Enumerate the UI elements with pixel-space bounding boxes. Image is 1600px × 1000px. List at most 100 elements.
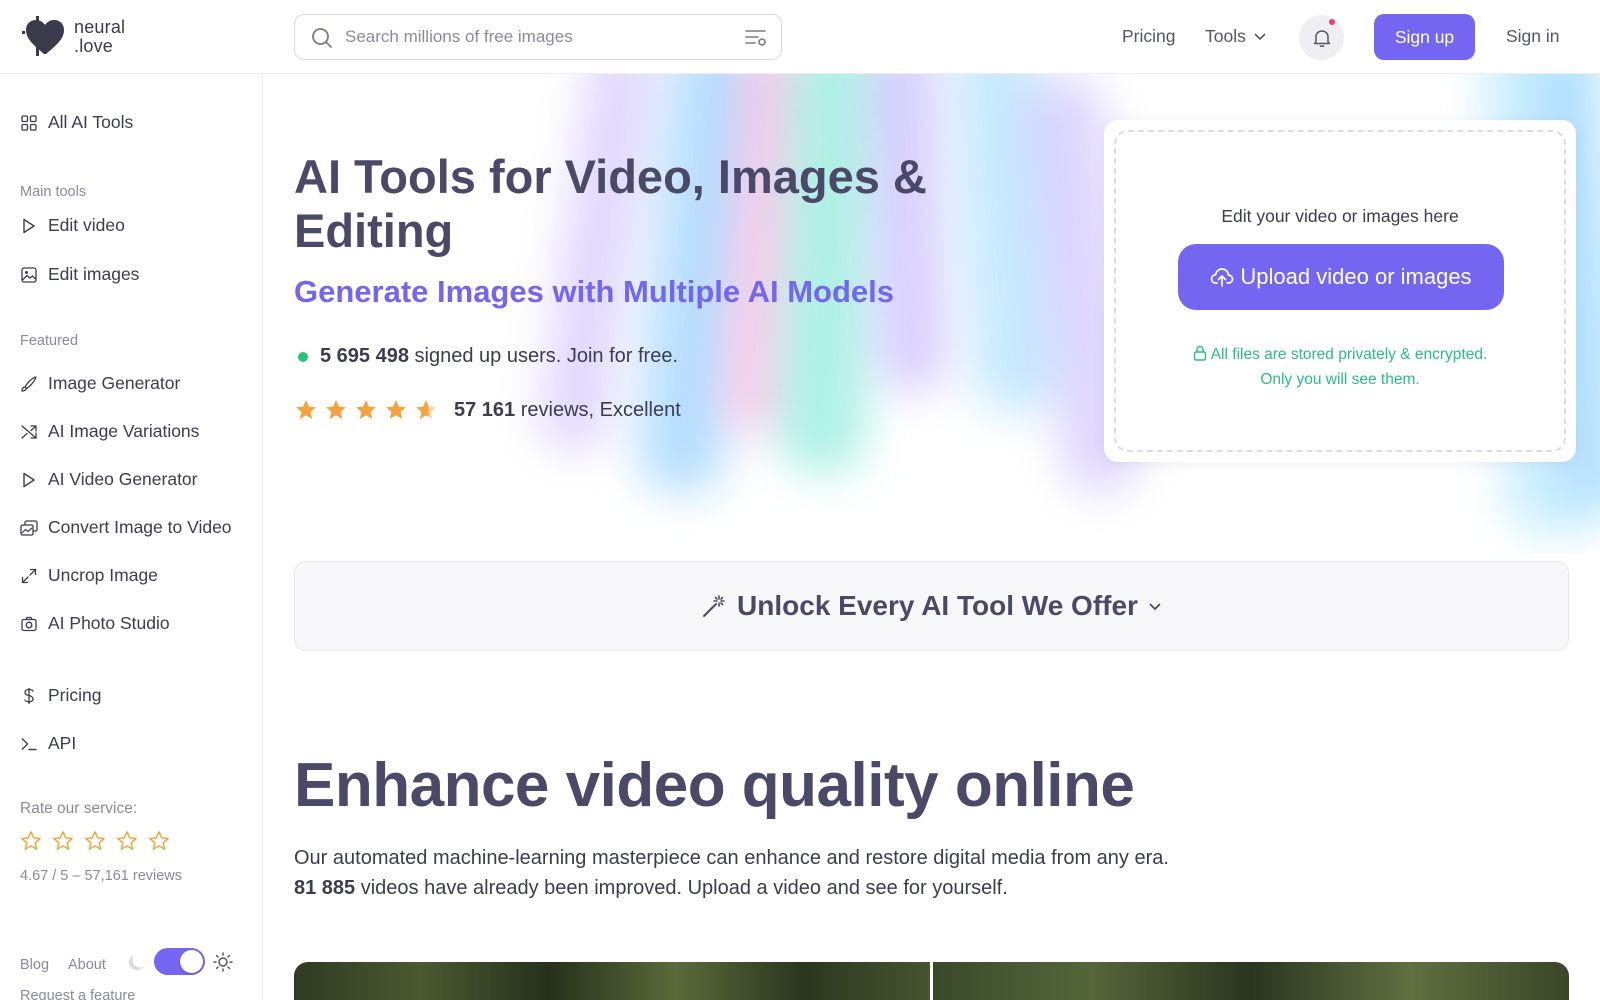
users-text: signed up users. Join for free. bbox=[414, 345, 679, 367]
grid-icon bbox=[20, 114, 38, 132]
sidebar-item-edit-images[interactable]: Edit images bbox=[20, 264, 139, 285]
logo[interactable]: neural .love bbox=[18, 14, 125, 60]
upload-label: Edit your video or images here bbox=[1221, 206, 1459, 226]
before-after-video-preview[interactable] bbox=[294, 962, 1569, 1000]
upload-dropzone[interactable]: Edit your video or images here Upload vi… bbox=[1114, 130, 1566, 452]
sun-icon bbox=[213, 951, 233, 972]
logo-line-2: .love bbox=[74, 36, 114, 56]
footer-request-feature-link[interactable]: Request a feature bbox=[20, 988, 135, 1000]
privacy-note: All files are stored privately & encrypt… bbox=[1116, 342, 1564, 392]
nav-tools-dropdown[interactable]: Tools bbox=[1205, 26, 1266, 47]
unlock-all-tools-toggle[interactable]: Unlock Every AI Tool We Offer bbox=[294, 561, 1569, 651]
unlock-label: Unlock Every AI Tool We Offer bbox=[737, 590, 1138, 621]
rate-summary: 4.67 / 5 – 57,161 reviews bbox=[20, 868, 183, 884]
notification-dot bbox=[1328, 18, 1336, 26]
logo-text: neural .love bbox=[74, 18, 125, 56]
rating-stars bbox=[294, 398, 438, 422]
sidebar-heading-featured: Featured bbox=[20, 333, 79, 349]
sidebar-item-uncrop-image[interactable]: Uncrop Image bbox=[20, 565, 158, 586]
rate-heading: Rate our service: bbox=[20, 800, 138, 817]
search-box[interactable] bbox=[294, 14, 782, 60]
cloud-upload-icon bbox=[1211, 268, 1234, 287]
users-count: 5 695 498 bbox=[320, 345, 409, 367]
reviews-text: reviews, Excellent bbox=[520, 398, 681, 421]
sidebar-item-image-generator[interactable]: Image Generator bbox=[20, 373, 180, 394]
star-outline-icon[interactable] bbox=[116, 830, 138, 852]
preview-before bbox=[294, 962, 930, 1000]
enhance-section-title: Enhance video quality online bbox=[294, 751, 1135, 820]
search-input[interactable] bbox=[345, 15, 725, 59]
sidebar-item-all-ai-tools[interactable]: All AI Tools bbox=[20, 112, 133, 133]
hero-title: AI Tools for Video, Images & Editing bbox=[294, 150, 927, 257]
star-outline-icon[interactable] bbox=[148, 830, 170, 852]
sidebar-item-label: Image Generator bbox=[48, 373, 181, 393]
improved-videos-count: 81 885 bbox=[294, 877, 356, 899]
hero-subtitle: Generate Images with Multiple AI Models bbox=[294, 274, 895, 309]
image-icon bbox=[20, 266, 38, 284]
sidebar-item-label: AI Photo Studio bbox=[48, 613, 170, 633]
upload-button[interactable]: Upload video or images bbox=[1178, 244, 1504, 310]
sidebar-item-ai-photo-studio[interactable]: AI Photo Studio bbox=[20, 613, 170, 634]
chevron-down-icon bbox=[1149, 602, 1161, 610]
magic-wand-icon bbox=[703, 595, 725, 617]
footer-blog-link[interactable]: Blog bbox=[20, 957, 49, 973]
upload-card: Edit your video or images here Upload vi… bbox=[1104, 120, 1576, 462]
sidebar-item-label: Edit video bbox=[48, 215, 125, 235]
sidebar-item-label: Convert Image to Video bbox=[48, 517, 232, 537]
moon-icon bbox=[129, 954, 144, 970]
star-filled-icon bbox=[326, 400, 346, 419]
logo-line-1: neural bbox=[74, 17, 126, 37]
sidebar-item-ai-image-variations[interactable]: AI Image Variations bbox=[20, 421, 199, 442]
notifications-button[interactable] bbox=[1299, 15, 1344, 60]
rate-stars[interactable] bbox=[20, 830, 170, 852]
sidebar-item-label: Uncrop Image bbox=[48, 565, 158, 585]
star-outline-icon[interactable] bbox=[20, 830, 42, 852]
sidebar-heading-main-tools: Main tools bbox=[20, 184, 87, 200]
camera-icon bbox=[20, 615, 38, 633]
star-filled-icon bbox=[386, 400, 406, 419]
star-outline-icon[interactable] bbox=[52, 830, 74, 852]
privacy-line-1: All files are stored privately & encrypt… bbox=[1210, 346, 1488, 363]
bell-icon bbox=[1313, 29, 1330, 47]
star-half-icon bbox=[416, 400, 436, 419]
privacy-line-2: Only you will see them. bbox=[1260, 371, 1420, 388]
footer-about-link[interactable]: About bbox=[68, 957, 106, 973]
image-stack-icon bbox=[20, 519, 38, 537]
nav-tools-label: Tools bbox=[1205, 26, 1246, 46]
reviews-count: 57 161 bbox=[454, 398, 516, 421]
sidebar-item-label: All AI Tools bbox=[48, 112, 134, 132]
theme-toggle[interactable] bbox=[154, 948, 205, 975]
shuffle-icon bbox=[20, 423, 38, 441]
toggle-knob bbox=[180, 950, 203, 973]
sign-in-link[interactable]: Sign in bbox=[1506, 26, 1560, 47]
expand-icon bbox=[20, 567, 38, 585]
chevron-down-icon bbox=[1254, 32, 1266, 40]
nav-pricing-link[interactable]: Pricing bbox=[1122, 26, 1176, 47]
upload-button-label: Upload video or images bbox=[1240, 264, 1472, 289]
top-header: neural .love Pricing Tools Sign up Sign … bbox=[0, 0, 1600, 74]
star-filled-icon bbox=[296, 400, 316, 419]
sidebar-item-pricing[interactable]: Pricing bbox=[20, 685, 102, 706]
filter-settings-icon[interactable] bbox=[745, 28, 767, 48]
sidebar-item-label: Edit images bbox=[48, 264, 140, 284]
play-icon bbox=[20, 471, 38, 489]
enhance-desc-line-1: Our automated machine-learning masterpie… bbox=[294, 847, 1169, 869]
sidebar-item-convert-image-to-video[interactable]: Convert Image to Video bbox=[20, 517, 232, 538]
search-icon bbox=[312, 28, 332, 48]
sidebar-item-api[interactable]: API bbox=[20, 733, 76, 754]
enhance-desc-line-2: videos have already been improved. Uploa… bbox=[360, 877, 1008, 899]
dollar-icon bbox=[20, 687, 38, 705]
star-outline-icon[interactable] bbox=[84, 830, 106, 852]
sidebar-item-ai-video-generator[interactable]: AI Video Generator bbox=[20, 469, 198, 490]
preview-after bbox=[930, 962, 1569, 1000]
online-dot bbox=[298, 351, 308, 362]
heart-logo-icon bbox=[22, 16, 64, 56]
sign-up-button[interactable]: Sign up bbox=[1374, 14, 1475, 60]
sidebar-item-edit-video[interactable]: Edit video bbox=[20, 215, 125, 236]
sidebar-item-label: Pricing bbox=[48, 685, 102, 705]
signed-up-users: 5 695 498 signed up users. Join for free… bbox=[298, 345, 678, 368]
reviews-summary: 57 161 reviews, Excellent bbox=[294, 398, 681, 422]
brush-icon bbox=[20, 375, 38, 393]
theme-switcher bbox=[128, 948, 233, 975]
sidebar: All AI Tools Main tools Edit video Edit … bbox=[0, 74, 263, 1000]
